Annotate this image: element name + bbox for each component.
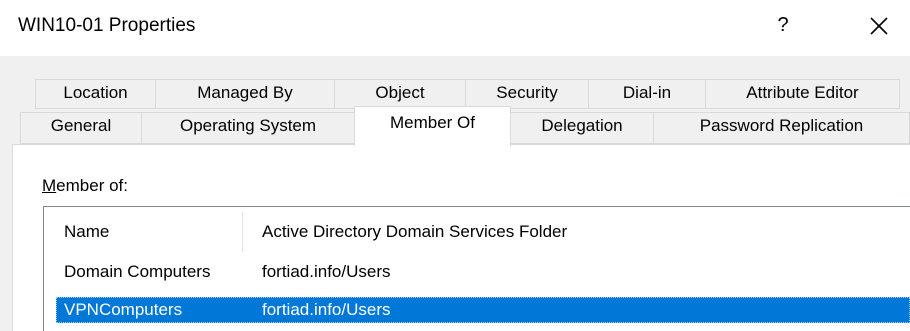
tab-security[interactable]: Security bbox=[465, 79, 589, 109]
member-of-label-text: ember of: bbox=[56, 176, 128, 195]
tab-managed-by[interactable]: Managed By bbox=[155, 79, 335, 109]
properties-dialog: WIN10-01 Properties ? Location Managed B… bbox=[0, 0, 910, 331]
member-of-label: Member of: bbox=[42, 174, 128, 198]
tab-location[interactable]: Location bbox=[35, 79, 156, 109]
window-title: WIN10-01 Properties bbox=[18, 15, 196, 36]
tab-operating-system[interactable]: Operating System bbox=[141, 112, 355, 144]
close-button[interactable] bbox=[862, 10, 896, 42]
list-item-folder: fortiad.info/Users bbox=[262, 300, 391, 319]
tab-general[interactable]: General bbox=[20, 112, 142, 144]
tab-password-replication[interactable]: Password Replication bbox=[653, 112, 910, 144]
mnemonic-letter: M bbox=[42, 176, 57, 195]
tab-delegation[interactable]: Delegation bbox=[510, 112, 654, 144]
list-item-selected[interactable]: VPNComputers fortiad.info/Users bbox=[56, 297, 910, 323]
column-header-name[interactable]: Name bbox=[64, 212, 109, 252]
tab-dial-in[interactable]: Dial-in bbox=[588, 79, 706, 109]
help-button[interactable]: ? bbox=[768, 8, 798, 42]
close-icon bbox=[870, 17, 888, 35]
list-item[interactable]: Domain Computers fortiad.info/Users bbox=[56, 259, 910, 285]
tab-member-of[interactable]: Member Of bbox=[354, 106, 511, 146]
tab-object[interactable]: Object bbox=[334, 79, 466, 109]
list-item-name: VPNComputers bbox=[64, 300, 183, 319]
column-divider[interactable] bbox=[242, 212, 243, 252]
tab-attribute-editor[interactable]: Attribute Editor bbox=[705, 79, 900, 109]
list-item-folder: fortiad.info/Users bbox=[262, 262, 391, 281]
list-item-name: Domain Computers bbox=[64, 262, 211, 281]
column-header-folder[interactable]: Active Directory Domain Services Folder bbox=[262, 212, 567, 252]
